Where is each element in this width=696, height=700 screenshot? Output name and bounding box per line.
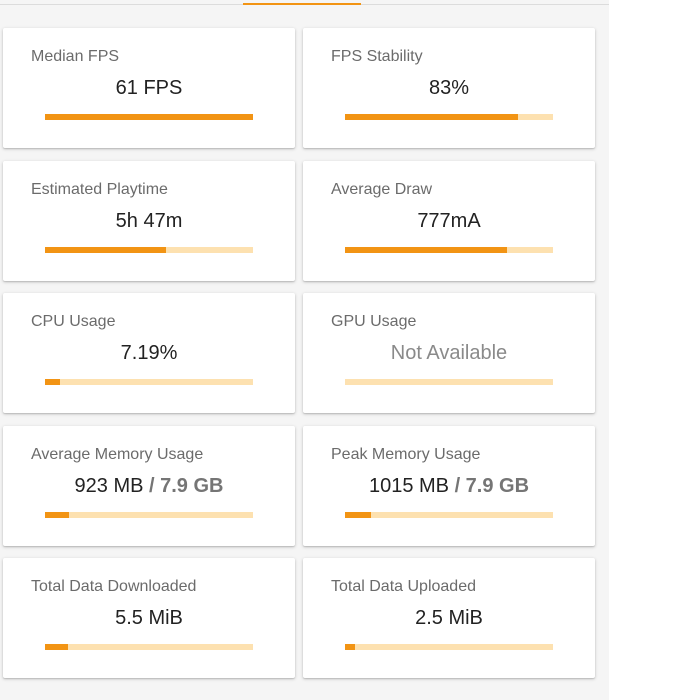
progress-bar <box>45 246 253 253</box>
progress-bar-fill <box>45 644 68 650</box>
progress-bar <box>345 114 553 120</box>
stat-value-text: 83% <box>428 77 470 99</box>
progress-bar-fill <box>345 511 372 518</box>
stat-value-text: 1015 MB <box>368 474 450 497</box>
stat-card-gpu-usage: GPU Usage Not Available <box>303 293 595 413</box>
stat-card-title: Average Memory Usage <box>31 445 204 463</box>
stat-value-text: 7.19% <box>120 342 178 364</box>
progress-bar-fill <box>345 644 356 650</box>
stat-card-total-data-downloaded: Total Data Downloaded 5.5 MiB <box>3 558 295 678</box>
stat-card-value: 61 FPS <box>3 77 295 100</box>
stat-value-total: / 7.9 GB <box>449 474 530 497</box>
progress-bar <box>45 644 253 650</box>
stat-card-average-memory-usage: Average Memory Usage 923 MB / 7.9 GB <box>3 425 295 546</box>
stat-card-value: Not Available <box>303 342 595 365</box>
stat-card-title: Peak Memory Usage <box>331 445 481 463</box>
stat-card-title: Total Data Downloaded <box>31 578 197 595</box>
progress-bar <box>45 114 253 120</box>
active-tab-indicator <box>243 3 361 5</box>
stat-card-title: GPU Usage <box>331 313 417 330</box>
stat-card-total-data-uploaded: Total Data Uploaded 2.5 MiB <box>303 558 595 678</box>
stat-card-title: Median FPS <box>31 48 120 65</box>
stat-value-text: 5.5 MiB <box>115 607 183 629</box>
stat-card-title: Average Draw <box>331 180 433 198</box>
stat-value-text: 61 FPS <box>115 77 183 99</box>
progress-bar-fill <box>45 379 60 385</box>
stat-card-value: 2.5 MiB <box>303 607 595 630</box>
progress-bar <box>45 379 253 385</box>
stat-card-value: 7.19% <box>3 342 295 365</box>
stat-card-value: 777mA <box>303 210 595 233</box>
progress-bar <box>345 511 553 518</box>
stat-card-average-draw: Average Draw 777mA <box>303 160 595 281</box>
stat-card-cpu-usage: CPU Usage 7.19% <box>3 293 295 413</box>
stats-card-grid: Median FPS 61 FPS FPS Stability 83% Esti… <box>3 28 595 678</box>
stat-value-text: 5h 47m <box>115 209 183 232</box>
progress-bar <box>345 644 553 650</box>
stat-value-total: / 7.9 GB <box>143 474 224 497</box>
stat-value-text: 923 MB <box>74 474 144 497</box>
progress-bar <box>345 246 553 253</box>
stat-card-fps-stability: FPS Stability 83% <box>303 28 595 148</box>
progress-bar-fill <box>45 114 253 120</box>
stat-card-value: 1015 MB / 7.9 GB <box>303 475 595 498</box>
progress-bar <box>45 511 253 518</box>
stat-card-title: Total Data Uploaded <box>331 578 476 595</box>
performance-stats-panel: Median FPS 61 FPS FPS Stability 83% Esti… <box>0 0 609 700</box>
progress-bar-fill <box>45 511 69 518</box>
stat-card-median-fps: Median FPS 61 FPS <box>3 28 295 148</box>
progress-bar-fill <box>45 246 166 253</box>
progress-bar-fill <box>345 114 518 120</box>
stat-card-estimated-playtime: Estimated Playtime 5h 47m <box>3 160 295 281</box>
stat-card-value: 5h 47m <box>3 210 295 233</box>
stat-card-title: CPU Usage <box>31 313 116 330</box>
progress-bar-fill <box>345 246 508 253</box>
stat-card-value: 5.5 MiB <box>3 607 295 630</box>
stat-value-text: Not Available <box>390 342 508 364</box>
stat-value-text: 777mA <box>417 209 481 232</box>
stat-card-value: 83% <box>303 77 595 100</box>
stat-card-value: 923 MB / 7.9 GB <box>3 475 295 498</box>
stat-card-title: Estimated Playtime <box>31 180 168 198</box>
stat-card-peak-memory-usage: Peak Memory Usage 1015 MB / 7.9 GB <box>303 425 595 546</box>
progress-bar <box>345 379 553 385</box>
stat-card-title: FPS Stability <box>331 48 423 65</box>
stat-value-text: 2.5 MiB <box>415 607 483 629</box>
